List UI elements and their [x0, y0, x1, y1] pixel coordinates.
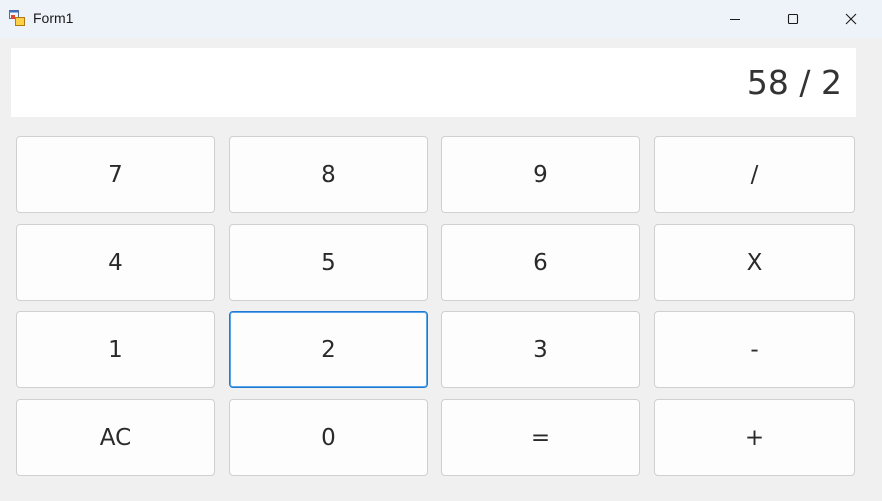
key-2[interactable]: 2 — [229, 311, 428, 388]
key-multiply[interactable]: X — [654, 224, 855, 301]
display-value: 58 / 2 — [746, 63, 842, 102]
close-icon — [845, 13, 857, 25]
key-5[interactable]: 5 — [229, 224, 428, 301]
key-6[interactable]: 6 — [441, 224, 640, 301]
key-0[interactable]: 0 — [229, 399, 428, 476]
key-7[interactable]: 7 — [16, 136, 215, 213]
close-button[interactable] — [822, 0, 880, 38]
window-title: Form1 — [33, 10, 74, 26]
key-1[interactable]: 1 — [16, 311, 215, 388]
key-add[interactable]: + — [654, 399, 855, 476]
maximize-button[interactable] — [764, 0, 822, 38]
key-4[interactable]: 4 — [16, 224, 215, 301]
calculator-display[interactable]: 58 / 2 — [11, 48, 856, 117]
form-app-icon — [9, 10, 25, 26]
key-clear[interactable]: AC — [16, 399, 215, 476]
key-divide[interactable]: / — [654, 136, 855, 213]
title-bar[interactable]: Form1 — [0, 0, 882, 38]
key-subtract[interactable]: - — [654, 311, 855, 388]
maximize-icon — [787, 13, 799, 25]
key-3[interactable]: 3 — [441, 311, 640, 388]
key-8[interactable]: 8 — [229, 136, 428, 213]
minimize-icon — [729, 13, 741, 25]
key-equals[interactable]: = — [441, 399, 640, 476]
key-9[interactable]: 9 — [441, 136, 640, 213]
minimize-button[interactable] — [706, 0, 764, 38]
